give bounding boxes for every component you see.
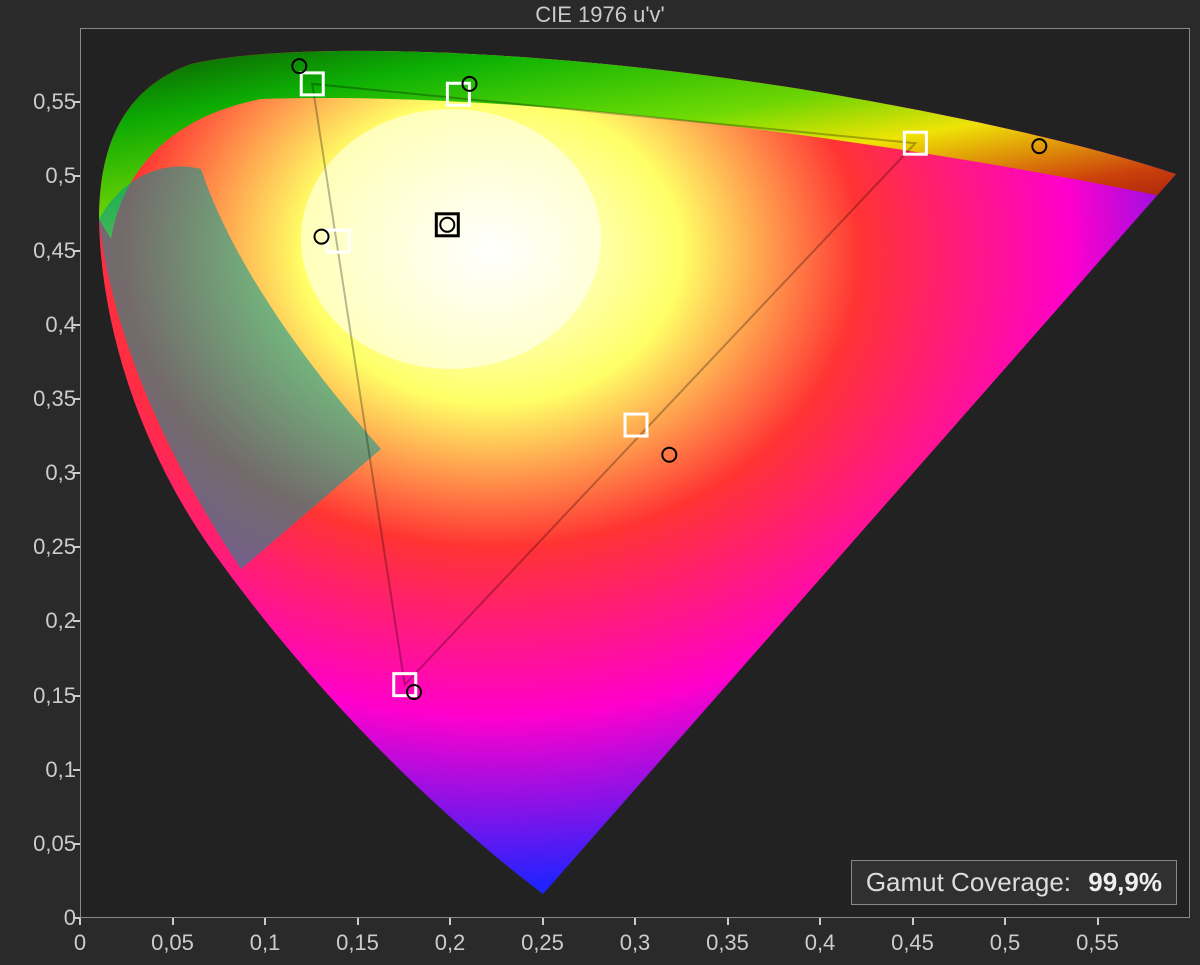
x-tick-mark — [912, 918, 914, 925]
x-tick-label: 0 — [74, 930, 86, 956]
x-tick-mark — [1004, 918, 1006, 925]
y-tick-mark — [73, 324, 80, 326]
y-tick-label: 0,1 — [6, 757, 76, 783]
y-tick-label: 0,5 — [6, 163, 76, 189]
x-tick-mark — [819, 918, 821, 925]
y-tick-mark — [73, 398, 80, 400]
x-tick-mark — [264, 918, 266, 925]
y-tick-label: 0,3 — [6, 460, 76, 486]
y-tick-label: 0,2 — [6, 608, 76, 634]
y-tick-label: 0,4 — [6, 312, 76, 338]
y-tick-label: 0,55 — [6, 89, 76, 115]
y-tick-mark — [73, 250, 80, 252]
spectral-locus — [81, 29, 1190, 918]
x-tick-mark — [727, 918, 729, 925]
x-tick-label: 0,45 — [891, 930, 934, 956]
x-tick-mark — [172, 918, 174, 925]
x-tick-mark — [634, 918, 636, 925]
y-tick-label: 0,05 — [6, 831, 76, 857]
y-tick-label: 0 — [6, 905, 76, 931]
gamut-coverage-value: 99,9% — [1088, 867, 1162, 897]
x-tick-mark — [449, 918, 451, 925]
x-tick-mark — [542, 918, 544, 925]
y-tick-mark — [73, 175, 80, 177]
y-tick-mark — [73, 843, 80, 845]
y-tick-mark — [73, 101, 80, 103]
x-tick-mark — [79, 918, 81, 925]
y-tick-mark — [73, 695, 80, 697]
plot-area: Gamut Coverage: 99,9% — [80, 28, 1190, 918]
y-tick-label: 0,25 — [6, 534, 76, 560]
gamut-coverage-box: Gamut Coverage: 99,9% — [851, 860, 1177, 905]
x-tick-label: 0,55 — [1076, 930, 1119, 956]
x-tick-label: 0,15 — [336, 930, 379, 956]
x-tick-label: 0,05 — [151, 930, 194, 956]
y-tick-mark — [73, 472, 80, 474]
y-tick-label: 0,15 — [6, 683, 76, 709]
x-tick-mark — [357, 918, 359, 925]
y-tick-mark — [73, 620, 80, 622]
cie-chart: CIE 1976 u'v' — [0, 0, 1200, 965]
gamut-coverage-label: Gamut Coverage: — [866, 867, 1071, 897]
x-tick-mark — [1097, 918, 1099, 925]
x-tick-label: 0,1 — [250, 930, 281, 956]
chart-title: CIE 1976 u'v' — [0, 2, 1200, 28]
x-tick-label: 0,3 — [620, 930, 651, 956]
x-tick-label: 0,5 — [990, 930, 1021, 956]
y-tick-label: 0,35 — [6, 386, 76, 412]
y-tick-label: 0,45 — [6, 238, 76, 264]
y-tick-mark — [73, 546, 80, 548]
x-tick-label: 0,2 — [435, 930, 466, 956]
x-tick-label: 0,35 — [706, 930, 749, 956]
x-tick-label: 0,4 — [805, 930, 836, 956]
x-tick-label: 0,25 — [521, 930, 564, 956]
y-tick-mark — [73, 769, 80, 771]
